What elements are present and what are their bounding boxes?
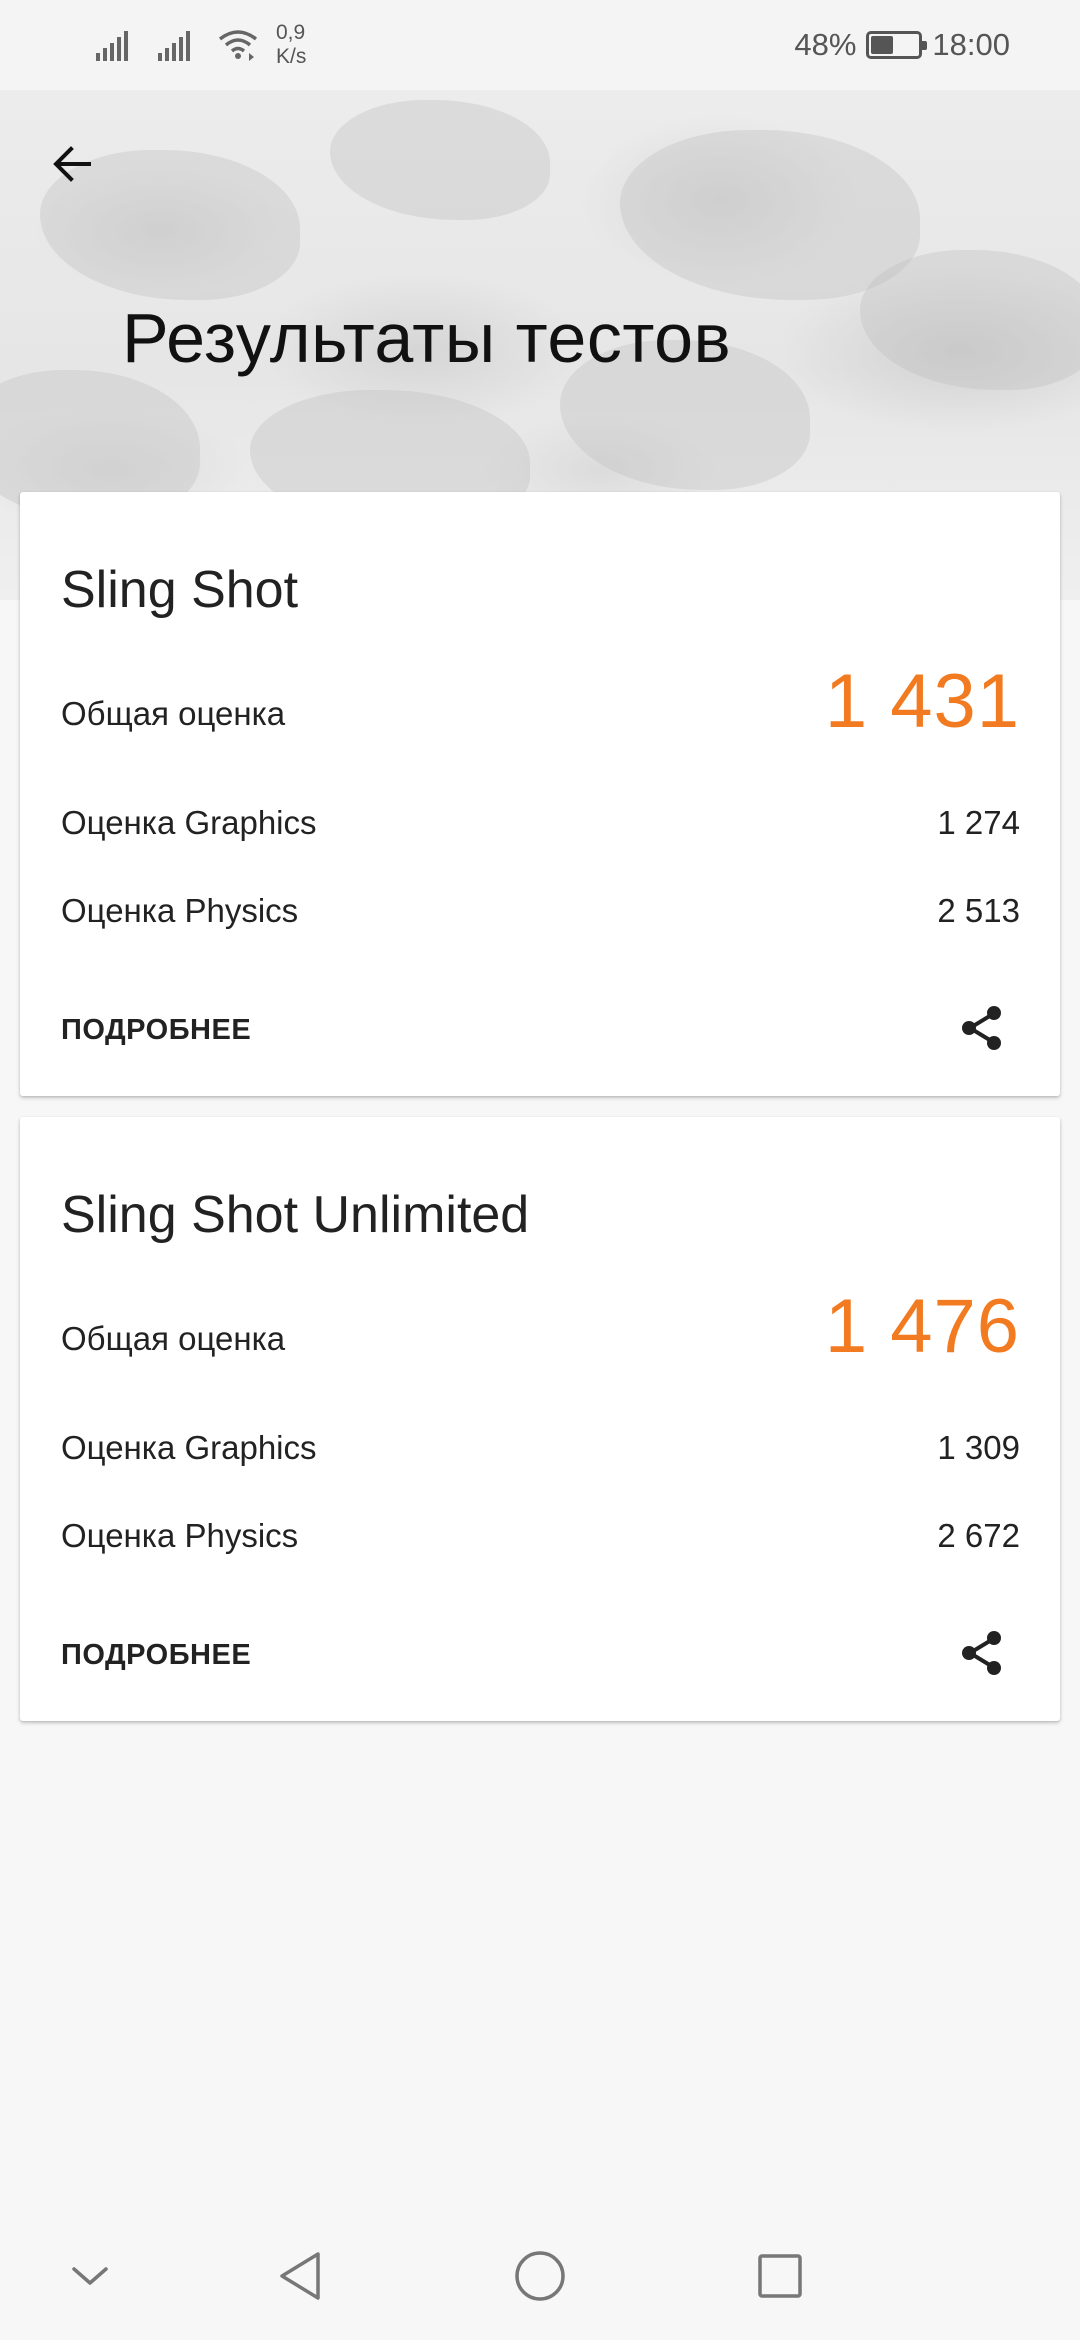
- network-speed: 0,9 K/s: [276, 21, 306, 69]
- overall-score-row: Общая оценка 1 476: [61, 1289, 1020, 1365]
- back-button[interactable]: [40, 132, 104, 196]
- physics-score-label: Оценка Physics: [61, 1517, 299, 1554]
- share-button[interactable]: [950, 1621, 1014, 1685]
- overall-score-label: Общая оценка: [61, 1320, 286, 1357]
- triangle-back-icon: [280, 2252, 320, 2300]
- signal-icon: [158, 31, 190, 61]
- physics-score-label: Оценка Physics: [61, 892, 299, 929]
- wifi-icon: [218, 30, 258, 61]
- graphics-score-label: Оценка Graphics: [61, 1429, 317, 1466]
- overall-score-row: Общая оценка 1 431: [61, 664, 1020, 740]
- battery-percent: 48%: [794, 27, 857, 62]
- physics-score-value: 2 513: [937, 892, 1020, 929]
- chevron-down-icon: [72, 2267, 108, 2285]
- overall-score-value: 1 431: [824, 659, 1020, 744]
- network-speed-value: 0,9: [276, 21, 306, 44]
- square-recent-icon: [758, 2254, 802, 2298]
- clock: 18:00: [932, 27, 1010, 62]
- background-rock: [860, 250, 1080, 390]
- overall-score-label: Общая оценка: [61, 695, 286, 732]
- battery-icon: [866, 31, 928, 59]
- graphics-score-row: Оценка Graphics 1 309: [61, 1429, 1020, 1467]
- details-button[interactable]: ПОДРОБНЕЕ: [61, 1014, 251, 1047]
- graphics-score-value: 1 274: [937, 804, 1020, 841]
- physics-score-row: Оценка Physics 2 513: [61, 892, 1020, 930]
- nav-home-button[interactable]: [504, 2240, 576, 2312]
- overall-score-value: 1 476: [824, 1284, 1020, 1369]
- page-title: Результаты тестов: [122, 299, 732, 377]
- background-rock: [330, 100, 550, 220]
- signal-icon: [96, 31, 128, 61]
- share-icon: [962, 1631, 1001, 1675]
- graphics-score-value: 1 309: [937, 1429, 1020, 1466]
- nav-back-button[interactable]: [264, 2240, 336, 2312]
- network-speed-unit: K/s: [276, 45, 307, 68]
- share-button[interactable]: [950, 996, 1014, 1060]
- test-name: Sling Shot Unlimited: [61, 1186, 530, 1244]
- system-navigation-bar: [0, 2212, 1080, 2340]
- battery-level: [871, 36, 894, 54]
- circle-home-icon: [515, 2251, 565, 2301]
- status-bar: 0,9 K/s 48% 18:00: [0, 0, 1080, 90]
- status-system: 48% 18:00: [794, 22, 1010, 68]
- arrow-left-icon: [53, 146, 91, 182]
- hide-navigation-button[interactable]: [54, 2240, 126, 2312]
- share-icon: [962, 1006, 1001, 1050]
- graphics-score-row: Оценка Graphics 1 274: [61, 804, 1020, 842]
- details-button[interactable]: ПОДРОБНЕЕ: [61, 1639, 251, 1672]
- physics-score-value: 2 672: [937, 1517, 1020, 1554]
- result-card-sling-shot-unlimited: Sling Shot Unlimited Общая оценка 1 476 …: [20, 1117, 1060, 1721]
- physics-score-row: Оценка Physics 2 672: [61, 1517, 1020, 1555]
- graphics-score-label: Оценка Graphics: [61, 804, 317, 841]
- background-rock: [620, 130, 920, 300]
- result-card-sling-shot: Sling Shot Общая оценка 1 431 Оценка Gra…: [20, 492, 1060, 1096]
- test-name: Sling Shot: [61, 561, 299, 619]
- status-indicators: 0,9 K/s: [94, 20, 306, 70]
- nav-recents-button[interactable]: [744, 2240, 816, 2312]
